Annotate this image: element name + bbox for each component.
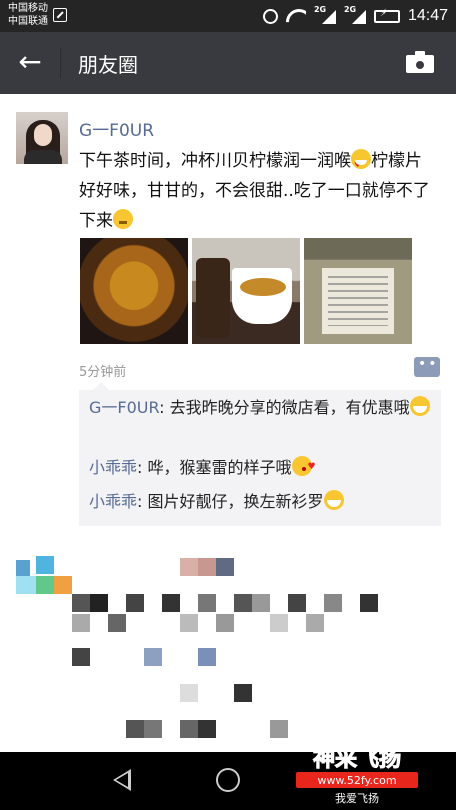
post-photo-1[interactable]	[80, 238, 188, 344]
mosaic-block	[108, 614, 126, 632]
title-bar: ← 朋友圈	[0, 32, 456, 94]
kiss-emoji-icon	[291, 453, 316, 481]
mosaic-block	[198, 648, 216, 666]
mosaic-block	[144, 648, 162, 666]
mosaic-block	[126, 594, 144, 612]
camera-icon[interactable]	[406, 51, 434, 73]
mosaic-block	[234, 594, 252, 612]
sim-icon	[53, 8, 67, 22]
alarm-icon	[262, 8, 278, 24]
status-bar: 中国移动 中国联通 2G 2G 14:47	[0, 0, 456, 32]
watermark-slogan: 我爱飞扬	[335, 791, 379, 805]
mosaic-block	[90, 594, 108, 612]
mosaic-block	[72, 648, 90, 666]
post-time: 5分钟前	[79, 365, 127, 380]
mosaic-block	[36, 556, 54, 574]
mosaic-block	[72, 594, 90, 612]
mosaic-block	[234, 684, 252, 702]
mosaic-block	[216, 614, 234, 632]
page-title: 朋友圈	[78, 53, 138, 77]
mosaic-block	[180, 558, 198, 576]
post-author[interactable]: G一F0UR	[79, 116, 154, 141]
mosaic-block	[144, 720, 162, 738]
mosaic-block	[198, 594, 216, 612]
post-text-1: 下午茶时间，冲杯川贝柠檬润一润喉	[79, 151, 351, 171]
back-triangle-icon[interactable]	[113, 769, 131, 791]
watermark-title: 神采飞扬	[313, 746, 401, 772]
avatar[interactable]	[16, 112, 68, 164]
mosaic-block	[360, 594, 378, 612]
thinking-emoji-icon	[113, 209, 133, 229]
mosaic-block	[36, 576, 54, 594]
comment-separator: :	[137, 458, 148, 477]
status-icons: 2G 2G 14:47	[262, 5, 448, 27]
moment-post: G一F0UR 下午茶时间，冲杯川贝柠檬润一润喉柠檬片好好味，甘甘的，不会很甜..…	[0, 94, 456, 542]
battery-charging-icon	[373, 8, 400, 23]
mosaic-block	[324, 594, 342, 612]
mosaic-block	[198, 720, 216, 738]
arrow-left-icon[interactable]: ←	[14, 47, 46, 79]
site-watermark: 神采飞扬 www.52fy.com 我爱飞扬	[296, 746, 418, 805]
post-photo-3[interactable]	[304, 238, 412, 344]
mosaic-block	[216, 558, 234, 576]
mosaic-block	[270, 614, 288, 632]
mosaic-block	[306, 614, 324, 632]
grin-emoji-icon	[409, 396, 430, 416]
comment-item[interactable]: 小乖乖: 哗，猴塞雷的样子哦	[89, 453, 435, 482]
mosaic-block	[180, 614, 198, 632]
mosaic-block	[72, 614, 90, 632]
comment-separator: :	[137, 492, 148, 511]
comment-text: 图片好靓仔，换左新衫罗	[147, 492, 324, 511]
mosaic-block	[288, 594, 306, 612]
comment-item[interactable]: 小乖乖: 图片好靓仔，换左新衫罗	[89, 488, 435, 516]
comment-author[interactable]: 小乖乖	[89, 458, 137, 477]
comment-text: 哗，猴塞雷的样子哦	[147, 458, 292, 477]
post-photo-2[interactable]	[192, 238, 300, 344]
comment-icon[interactable]	[414, 356, 440, 377]
mosaic-block	[180, 720, 198, 738]
comment-author[interactable]: 小乖乖	[89, 492, 137, 511]
mosaic-block	[16, 576, 36, 594]
comment-separator: :	[159, 398, 170, 417]
comment-author[interactable]: G一F0UR	[89, 398, 159, 417]
mosaic-block	[126, 720, 144, 738]
carrier-2: 中国联通	[8, 16, 48, 27]
watermark-url: www.52fy.com	[317, 774, 396, 787]
carrier-1: 中国移动	[8, 3, 48, 14]
comment-list: G一F0UR: 去我昨晚分享的微店看，有优惠哦 小乖乖: 哗，猴塞雷的样子哦 小…	[79, 382, 441, 526]
mosaic-block	[162, 594, 180, 612]
wifi-icon	[286, 9, 306, 23]
status-time: 14:47	[407, 7, 448, 24]
post-text: 下午茶时间，冲杯川贝柠檬润一润喉柠檬片好好味，甘甘的，不会很甜..吃了一口就停不…	[79, 146, 437, 236]
comment-item[interactable]: G一F0UR: 去我昨晚分享的微店看，有优惠哦	[89, 394, 435, 422]
mosaic-block	[270, 720, 288, 738]
mosaic-block	[180, 684, 198, 702]
comment-text: 去我昨晚分享的微店看，有优惠哦	[169, 398, 410, 417]
mosaic-block	[252, 594, 270, 612]
grin-emoji-icon	[323, 490, 344, 510]
heart-eyes-emoji-icon	[351, 149, 371, 180]
mosaic-block	[54, 576, 72, 594]
pixelated-post	[0, 542, 456, 752]
signal-icon: 2G	[314, 5, 336, 24]
signal-icon: 2G	[344, 5, 366, 24]
mosaic-block	[198, 558, 216, 576]
header-divider	[60, 48, 61, 78]
home-circle-icon[interactable]	[216, 768, 240, 792]
